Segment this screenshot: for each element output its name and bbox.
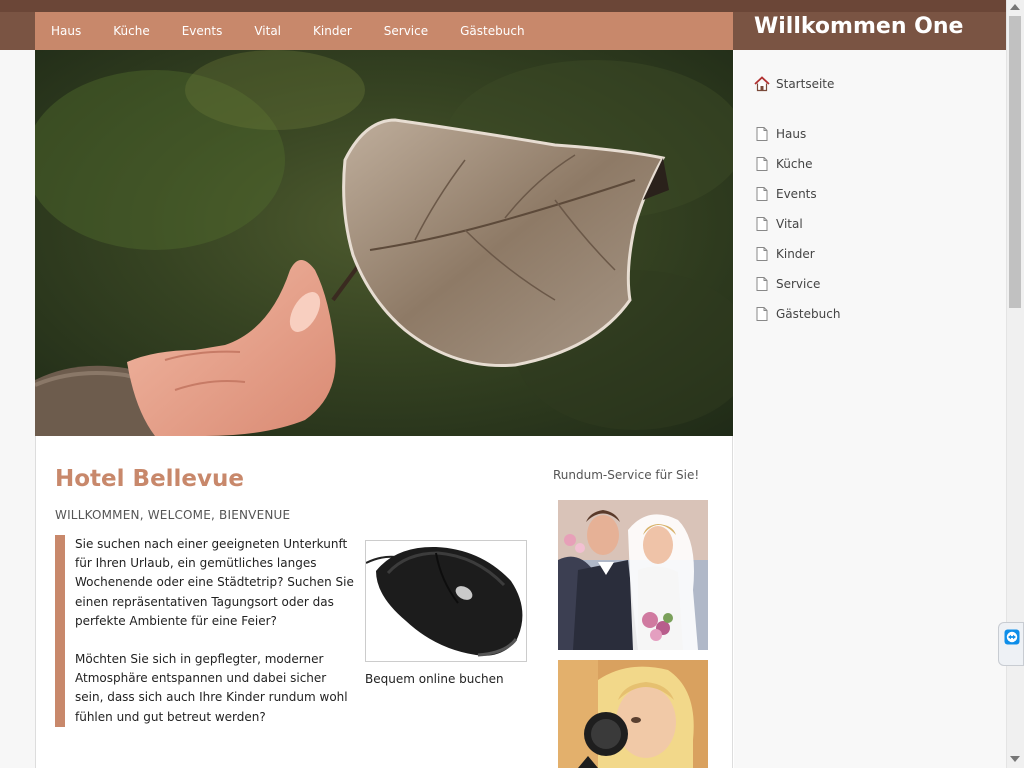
sidebar-item-kinder[interactable]: Kinder [754, 246, 815, 262]
remote-support-widget[interactable] [998, 622, 1024, 666]
hero-image [35, 50, 733, 436]
sidebar-item-haus[interactable]: Haus [754, 126, 806, 142]
page-icon [754, 246, 770, 262]
sidebar-item-kueche[interactable]: Küche [754, 156, 812, 172]
nav-item-haus[interactable]: Haus [51, 24, 81, 38]
sidebar-item-vital[interactable]: Vital [754, 216, 803, 232]
nav-item-events[interactable]: Events [182, 24, 223, 38]
nav-item-kinder[interactable]: Kinder [313, 24, 352, 38]
sidebar-item-service[interactable]: Service [754, 276, 820, 292]
scroll-up-icon[interactable] [1010, 4, 1020, 10]
page-icon [754, 186, 770, 202]
page-icon [754, 126, 770, 142]
nav-item-gaestebuch[interactable]: Gästebuch [460, 24, 524, 38]
page-left-margin [0, 50, 35, 768]
sidebar-item-label: Kinder [776, 247, 815, 261]
page-subheading: WILLKOMMEN, WELCOME, BIENVENUE [55, 508, 291, 522]
sidebar-item-label: Vital [776, 217, 803, 231]
sidebar-item-label: Startseite [776, 77, 835, 91]
mouse-product-image[interactable] [365, 540, 527, 662]
sidebar-item-label: Küche [776, 157, 813, 171]
nav-item-vital[interactable]: Vital [254, 24, 281, 38]
sidebar-item-startseite[interactable]: Startseite [754, 76, 834, 92]
page-icon [754, 156, 770, 172]
page-icon [754, 276, 770, 292]
sidebar-item-label: Events [776, 187, 817, 201]
site-title[interactable]: Willkommen One [754, 14, 963, 39]
aside-title: Rundum-Service für Sie! [553, 468, 700, 482]
home-icon [754, 76, 770, 92]
wedding-photo [558, 500, 708, 650]
intro-paragraph: Sie suchen nach einer geeigneten Unterku… [75, 537, 354, 628]
header-stripe [0, 0, 1024, 12]
intro-paragraph: Möchten Sie sich in gepflegter, moderner… [75, 652, 348, 724]
sidebar-item-label: Haus [776, 127, 807, 141]
nav-item-kueche[interactable]: Küche [113, 24, 149, 38]
scroll-down-icon[interactable] [1010, 756, 1020, 762]
sidebar-item-label: Service [776, 277, 821, 291]
page-icon [754, 216, 770, 232]
nav-item-service[interactable]: Service [384, 24, 428, 38]
scrollbar-thumb[interactable] [1009, 16, 1021, 308]
sidebar-item-gaestebuch[interactable]: Gästebuch [754, 306, 840, 322]
sidebar-item-events[interactable]: Events [754, 186, 817, 202]
intro-quote: Sie suchen nach einer geeigneten Unterku… [55, 535, 355, 727]
page-icon [754, 306, 770, 322]
sidebar-item-label: Gästebuch [776, 307, 841, 321]
spa-photo [558, 660, 708, 768]
main-navigation: Haus Küche Events Vital Kinder Service G… [35, 12, 733, 50]
remote-support-icon [1004, 629, 1020, 649]
mouse-caption: Bequem online buchen [365, 672, 504, 686]
page-heading: Hotel Bellevue [55, 466, 244, 492]
